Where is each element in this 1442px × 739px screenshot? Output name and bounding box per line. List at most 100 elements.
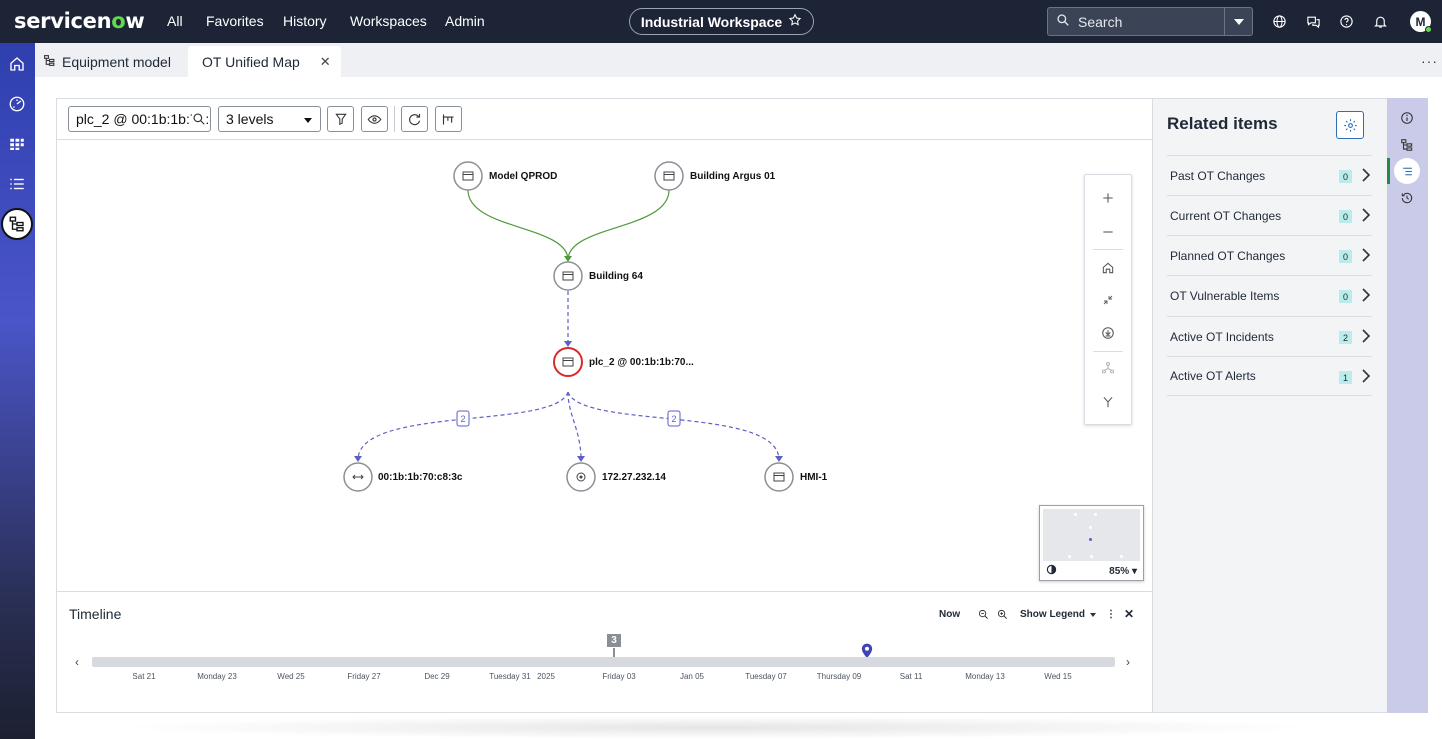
zoom-out-button[interactable] [1085, 215, 1131, 248]
timeline-tick: Tuesday 31 [489, 672, 531, 681]
search-icon[interactable] [192, 112, 206, 126]
nav-all[interactable]: All [167, 13, 183, 29]
star-icon[interactable] [788, 13, 802, 30]
filter-button[interactable] [327, 106, 354, 132]
levels-select[interactable]: 3 levels [218, 106, 321, 132]
globe-icon[interactable] [1270, 12, 1288, 30]
related-item-current-changes[interactable]: Current OT Changes 0 [1167, 195, 1372, 235]
related-item-count: 2 [1339, 331, 1352, 344]
list-icon[interactable] [5, 172, 29, 196]
nav-history[interactable]: History [283, 13, 327, 29]
hierarchy-small-icon [43, 54, 56, 70]
minimap-node [1068, 555, 1071, 558]
avatar-initial: M [1415, 14, 1426, 29]
node-building-64[interactable] [553, 261, 583, 291]
related-item-vulnerable-items[interactable]: OT Vulnerable Items 0 [1167, 275, 1372, 315]
tab-ot-unified-map[interactable]: OT Unified Map ✕ [188, 46, 341, 77]
related-item-active-incidents[interactable]: Active OT Incidents 2 [1167, 316, 1372, 356]
download-icon [1102, 326, 1114, 339]
minimap-node [1090, 555, 1093, 558]
left-rail [0, 43, 35, 739]
chevron-right-icon [1362, 288, 1371, 302]
chat-icon[interactable] [1304, 12, 1322, 30]
caret-down-icon [304, 118, 312, 123]
related-item-planned-changes[interactable]: Planned OT Changes 0 [1167, 235, 1372, 275]
global-search-input[interactable]: Search [1047, 7, 1225, 36]
more-options-icon[interactable]: ··· [1421, 53, 1438, 69]
timeline-zoom-out-button[interactable] [978, 609, 989, 620]
refresh-button[interactable] [401, 106, 428, 132]
user-avatar[interactable]: M [1410, 11, 1432, 33]
bell-icon[interactable] [1371, 12, 1389, 30]
plus-icon [1103, 192, 1113, 203]
timeline-more-icon[interactable]: ⋮ [1106, 609, 1116, 620]
timeline-prev-icon[interactable]: ‹ [75, 655, 79, 669]
related-item-label: Planned OT Changes [1170, 248, 1286, 263]
timeline-event-count[interactable]: 3 [607, 634, 621, 647]
download-button[interactable] [1085, 316, 1131, 349]
minimap-zoom-select[interactable]: 85% ▾ [1109, 566, 1137, 577]
minimap-node [1074, 513, 1077, 516]
collapse-icon [1103, 295, 1113, 304]
node-mac[interactable] [343, 462, 373, 492]
close-icon[interactable]: ✕ [320, 54, 331, 70]
search-scope-dropdown[interactable] [1224, 7, 1253, 36]
related-item-label: Active OT Incidents [1170, 329, 1274, 344]
node-building-argus[interactable] [654, 161, 684, 191]
merge-button[interactable] [1085, 385, 1131, 418]
related-item-past-changes[interactable]: Past OT Changes 0 [1167, 155, 1372, 195]
timeline-next-icon[interactable]: › [1126, 655, 1130, 669]
tab-label: Equipment model [62, 53, 171, 70]
minimap-viewport[interactable] [1043, 509, 1140, 561]
nav-admin[interactable]: Admin [445, 13, 485, 29]
tab-equipment-model[interactable]: Equipment model [35, 46, 179, 77]
node-label-plc: plc_2 @ 00:1b:1b:70... [589, 357, 694, 368]
show-legend-button[interactable]: Show Legend [1020, 609, 1096, 620]
help-icon[interactable] [1337, 12, 1355, 30]
hierarchy-icon[interactable] [1397, 135, 1417, 155]
visibility-button[interactable] [361, 106, 388, 132]
related-item-active-alerts[interactable]: Active OT Alerts 1 [1167, 356, 1372, 396]
home-icon[interactable] [5, 52, 29, 76]
minimap-node [1089, 526, 1092, 529]
levels-value: 3 levels [226, 111, 274, 127]
node-plc-selected[interactable] [553, 347, 583, 377]
zoom-in-button[interactable] [1085, 181, 1131, 214]
timeline-now-button[interactable]: Now [939, 609, 960, 620]
caret-down-icon [1090, 612, 1096, 617]
grid-icon[interactable] [5, 132, 29, 156]
collapse-button[interactable] [1085, 283, 1131, 316]
home-view-button[interactable] [1085, 251, 1131, 284]
map-search-input[interactable]: plc_2 @ 00:1b:1b:70:c8:3c [68, 106, 211, 132]
related-settings-button[interactable] [1336, 111, 1364, 139]
servicenow-logo[interactable]: servicenow [14, 9, 145, 33]
history-icon[interactable] [1397, 188, 1417, 208]
tab-label: OT Unified Map [202, 53, 300, 70]
node-hmi[interactable] [764, 462, 794, 492]
node-model-qprod[interactable] [453, 161, 483, 191]
ot-map-graph[interactable]: 2 2 Model QPROD Building Argus 01 Buildi… [56, 140, 1153, 592]
node-label-mac: 00:1b:1b:70:c8:3c [378, 472, 463, 483]
node-label-ip: 172.27.232.14 [602, 472, 666, 483]
cluster-button[interactable] [1085, 351, 1131, 384]
refresh-icon [409, 113, 421, 125]
workspace-title-pill[interactable]: Industrial Workspace [629, 8, 814, 35]
minimap[interactable]: 85% ▾ [1039, 505, 1144, 581]
related-items-list-icon[interactable] [1394, 158, 1420, 184]
arrowhead [564, 341, 572, 347]
arrowhead [775, 456, 783, 462]
dashboard-icon[interactable] [5, 92, 29, 116]
zoom-out-icon [978, 609, 988, 619]
hierarchy-icon[interactable] [1, 208, 33, 240]
timeline-zoom-in-button[interactable] [997, 609, 1008, 620]
timeline-close-icon[interactable]: ✕ [1124, 607, 1134, 621]
timeline-track[interactable] [92, 657, 1115, 667]
layout-button[interactable] [435, 106, 462, 132]
timeline-divider [56, 591, 1153, 592]
info-icon[interactable] [1397, 108, 1417, 128]
nav-favorites[interactable]: Favorites [206, 13, 264, 29]
node-ip[interactable] [566, 462, 596, 492]
gear-icon [1343, 118, 1357, 132]
nav-workspaces[interactable]: Workspaces [350, 13, 427, 29]
minimap-toggle-icon[interactable] [1046, 564, 1057, 578]
